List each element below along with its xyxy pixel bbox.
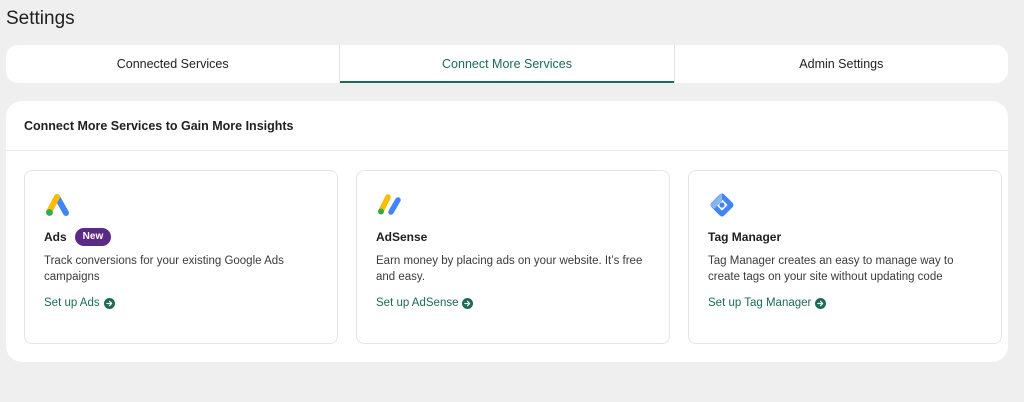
- arrow-right-icon: [462, 297, 474, 309]
- card-title: Ads: [44, 230, 67, 244]
- google-ads-logo-icon: [46, 194, 69, 216]
- arrow-right-icon: [815, 297, 827, 309]
- card-title-row: Tag Manager: [708, 228, 983, 246]
- card-title: AdSense: [376, 230, 428, 244]
- panel-heading: Connect More Services to Gain More Insig…: [6, 101, 1008, 151]
- card-description: Tag Manager creates an easy to manage wa…: [708, 255, 954, 283]
- tab-connect-more-services[interactable]: Connect More Services: [340, 45, 675, 83]
- settings-tabs: Connected Services Connect More Services…: [6, 45, 1008, 83]
- card-title-row: AdSense: [376, 228, 651, 246]
- card-title-row: Ads New: [44, 228, 319, 246]
- service-cards: Ads New Track conversions for your exist…: [24, 170, 1002, 344]
- setup-ads-link[interactable]: Set up Ads: [44, 297, 115, 309]
- service-card-tag-manager: Tag Manager Tag Manager creates an easy …: [688, 170, 1002, 344]
- new-badge: New: [74, 228, 112, 246]
- tag-manager-logo-icon: [710, 193, 734, 217]
- card-description: Earn money by placing ads on your websit…: [376, 255, 643, 283]
- arrow-right-icon: [103, 297, 115, 309]
- service-card-adsense: AdSense Earn money by placing ads on you…: [356, 170, 670, 344]
- adsense-logo-icon: [378, 194, 401, 215]
- link-label: Set up Tag Manager: [708, 297, 812, 309]
- setup-tag-manager-link[interactable]: Set up Tag Manager: [708, 297, 827, 309]
- service-card-ads: Ads New Track conversions for your exist…: [24, 170, 338, 344]
- connect-services-panel: Connect More Services to Gain More Insig…: [6, 101, 1008, 362]
- card-description: Track conversions for your existing Goog…: [44, 255, 284, 283]
- link-label: Set up Ads: [44, 297, 100, 309]
- tab-connected-services[interactable]: Connected Services: [6, 45, 341, 83]
- link-label: Set up AdSense: [376, 297, 459, 309]
- page-title: Settings: [6, 8, 75, 29]
- tab-admin-settings[interactable]: Admin Settings: [675, 45, 1008, 83]
- setup-adsense-link[interactable]: Set up AdSense: [376, 297, 474, 309]
- card-title: Tag Manager: [708, 230, 782, 244]
